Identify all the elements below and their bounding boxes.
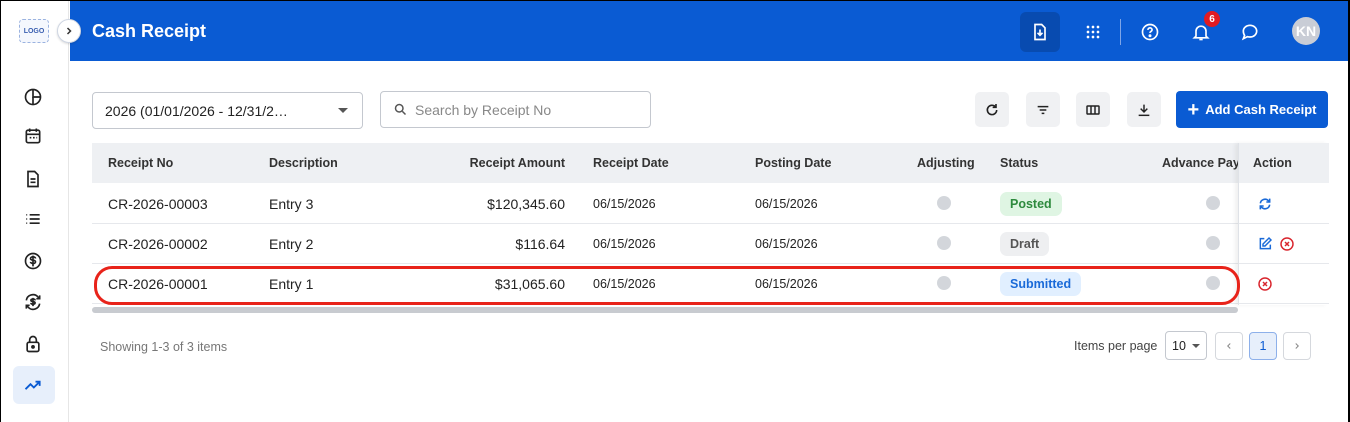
logo: LOGO (19, 19, 49, 43)
receipt-no-cell: CR-2026-00002 (108, 236, 208, 252)
edit-icon[interactable] (1257, 236, 1273, 252)
action-cell (1239, 264, 1329, 304)
refresh-button[interactable] (975, 92, 1009, 127)
notification-badge: 6 (1204, 11, 1220, 27)
pie-chart-icon[interactable] (21, 85, 45, 109)
top-header: Cash Receipt 6 KN (70, 1, 1348, 61)
chevron-right-icon (1295, 343, 1299, 349)
user-avatar[interactable]: KN (1292, 17, 1320, 45)
page-title: Cash Receipt (92, 21, 207, 41)
filter-icon (1037, 105, 1049, 114)
cancel-icon[interactable] (1257, 276, 1273, 292)
row-highlight-annotation (94, 266, 1240, 305)
list-icon[interactable] (21, 207, 45, 231)
receipt-date-cell: 06/15/2026 (593, 237, 656, 251)
chevron-left-icon (1227, 343, 1231, 349)
action-column-header: Action (1239, 143, 1329, 183)
column-header[interactable]: Receipt No (108, 156, 173, 170)
adjusting-indicator (937, 196, 951, 210)
plus-icon: + (1187, 98, 1200, 121)
table-header: Receipt No Description Receipt Amount Re… (92, 143, 1328, 183)
adjusting-indicator (937, 236, 951, 250)
trending-up-icon[interactable] (21, 373, 45, 397)
caret-down-icon (338, 108, 348, 113)
sidebar-expand-button[interactable] (57, 19, 81, 43)
action-cell (1239, 224, 1329, 264)
column-header[interactable]: Description (269, 156, 338, 170)
description-cell: Entry 3 (269, 196, 314, 212)
items-per-page-label: Items per page (1074, 339, 1158, 353)
status-badge: Posted (1000, 192, 1062, 216)
column-header[interactable]: Receipt Date (593, 156, 669, 170)
column-header: Action (1253, 156, 1292, 170)
file-download-icon (1034, 23, 1046, 41)
action-cell (1239, 184, 1329, 224)
cancel-icon[interactable] (1279, 236, 1295, 252)
download-file-button[interactable] (1020, 12, 1060, 52)
exchange-dollar-icon[interactable] (21, 290, 45, 314)
posting-date-cell: 06/15/2026 (755, 197, 818, 211)
advance-payment-indicator (1206, 196, 1220, 210)
page-button-current[interactable]: 1 (1249, 332, 1277, 360)
calendar-icon[interactable] (21, 124, 45, 148)
filter-button[interactable] (1026, 92, 1060, 127)
receipt-no-cell: CR-2026-00003 (108, 196, 208, 212)
lock-icon[interactable] (21, 332, 45, 356)
document-icon[interactable] (21, 167, 45, 191)
items-per-page-value: 10 (1172, 338, 1186, 353)
table-row[interactable]: CR-2026-00002 Entry 2 $116.64 06/15/2026… (92, 224, 1328, 264)
add-cash-receipt-label: Add Cash Receipt (1205, 102, 1317, 117)
columns-icon (1086, 104, 1100, 115)
sidebar: LOGO (1, 1, 69, 422)
next-page-button[interactable] (1283, 332, 1311, 360)
column-header[interactable]: Advance Payı (1162, 156, 1238, 170)
posting-date-cell: 06/15/2026 (755, 237, 818, 251)
sync-icon[interactable] (1257, 196, 1273, 212)
table-row[interactable]: CR-2026-00003 Entry 3 $120,345.60 06/15/… (92, 184, 1328, 224)
caret-down-icon (1192, 344, 1200, 348)
dollar-icon[interactable] (21, 249, 45, 273)
search-input[interactable] (415, 100, 640, 120)
column-header[interactable]: Receipt Amount (470, 156, 565, 170)
help-button[interactable] (1130, 12, 1170, 52)
description-cell: Entry 2 (269, 236, 314, 252)
status-badge: Draft (1000, 232, 1050, 256)
app-window: LOGO Cash Receipt 6 KN 2026 (01/01/2026 … (1, 1, 1348, 422)
pagination-summary: Showing 1-3 of 3 items (100, 340, 228, 354)
add-cash-receipt-button[interactable]: + Add Cash Receipt (1176, 91, 1328, 128)
chat-button[interactable] (1230, 12, 1270, 52)
export-button[interactable] (1127, 92, 1161, 127)
refresh-icon (986, 103, 998, 115)
download-icon (1138, 104, 1150, 116)
chat-bubble-icon (1241, 24, 1258, 41)
amount-cell: $120,345.60 (487, 196, 565, 212)
amount-cell: $116.64 (515, 236, 565, 252)
horizontal-scrollbar[interactable] (92, 307, 1238, 313)
column-header[interactable]: Status (1000, 156, 1038, 170)
prev-page-button[interactable] (1215, 332, 1243, 360)
search-box (380, 91, 651, 128)
grid-dots-icon (1086, 25, 1100, 39)
search-icon (394, 103, 407, 116)
help-icon (1141, 23, 1159, 41)
action-column: Action (1238, 143, 1329, 305)
columns-button[interactable] (1076, 92, 1110, 127)
advance-payment-indicator (1206, 236, 1220, 250)
column-header[interactable]: Adjusting (917, 156, 975, 170)
fiscal-year-value: 2026 (01/01/2026 - 12/31/2… (105, 102, 288, 119)
column-header[interactable]: Posting Date (755, 156, 831, 170)
receipt-date-cell: 06/15/2026 (593, 197, 656, 211)
header-divider (1120, 19, 1121, 45)
items-per-page-select[interactable]: 10 (1165, 331, 1207, 360)
chevron-right-icon (66, 27, 72, 35)
fiscal-year-select[interactable]: 2026 (01/01/2026 - 12/31/2… (92, 92, 363, 129)
apps-button[interactable] (1073, 12, 1113, 52)
